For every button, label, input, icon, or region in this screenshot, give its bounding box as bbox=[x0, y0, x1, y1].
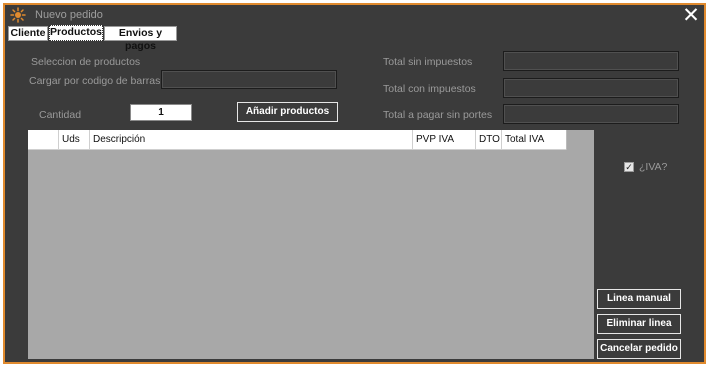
total-without-tax-label: Total sin impuestos bbox=[383, 56, 473, 68]
total-with-tax-label: Total con impuestos bbox=[383, 83, 476, 95]
column-header-pvp-iva[interactable]: PVP IVA bbox=[413, 130, 476, 150]
delete-line-button[interactable]: Eliminar linea bbox=[597, 314, 681, 334]
tab-cliente[interactable]: Cliente bbox=[8, 26, 48, 41]
tab-productos[interactable]: Productos bbox=[49, 25, 103, 41]
total-without-tax-field[interactable] bbox=[503, 51, 679, 71]
order-window: Nuevo pedido ✕ Cliente Productos Envios … bbox=[3, 3, 706, 364]
manual-line-button[interactable]: Linea manual bbox=[597, 289, 681, 309]
barcode-input[interactable] bbox=[161, 70, 337, 89]
sun-logo-icon bbox=[10, 7, 26, 23]
title-bar: Nuevo pedido ✕ bbox=[5, 5, 704, 26]
quantity-label: Cantidad bbox=[39, 109, 82, 121]
total-with-tax-field[interactable] bbox=[503, 78, 679, 98]
total-no-shipping-field[interactable] bbox=[503, 104, 679, 124]
tab-envios-y-pagos[interactable]: Envios y pagos bbox=[104, 26, 177, 52]
barcode-label: Cargar por codigo de barras bbox=[29, 75, 161, 87]
column-header-uds[interactable]: Uds bbox=[59, 130, 90, 150]
column-header-dto[interactable]: DTO bbox=[476, 130, 502, 150]
iva-checkbox[interactable]: ✓ bbox=[624, 162, 634, 172]
table-header: Uds Descripción PVP IVA DTO Total IVA bbox=[28, 130, 567, 150]
total-no-shipping-label: Total a pagar sin portes bbox=[383, 109, 493, 121]
cancel-order-button[interactable]: Cancelar pedido bbox=[597, 339, 681, 359]
products-table[interactable]: Uds Descripción PVP IVA DTO Total IVA bbox=[28, 130, 594, 359]
column-header-select[interactable] bbox=[28, 130, 59, 150]
column-header-descripcion[interactable]: Descripción bbox=[90, 130, 413, 150]
add-products-button[interactable]: Añadir productos bbox=[237, 102, 338, 122]
column-header-total-iva[interactable]: Total IVA bbox=[502, 130, 567, 150]
section-label: Seleccion de productos bbox=[31, 56, 141, 68]
iva-checkbox-label: ¿IVA? bbox=[639, 161, 668, 173]
window-title: Nuevo pedido bbox=[35, 9, 103, 21]
close-icon[interactable]: ✕ bbox=[680, 5, 702, 26]
quantity-input[interactable]: 1 bbox=[130, 104, 192, 121]
